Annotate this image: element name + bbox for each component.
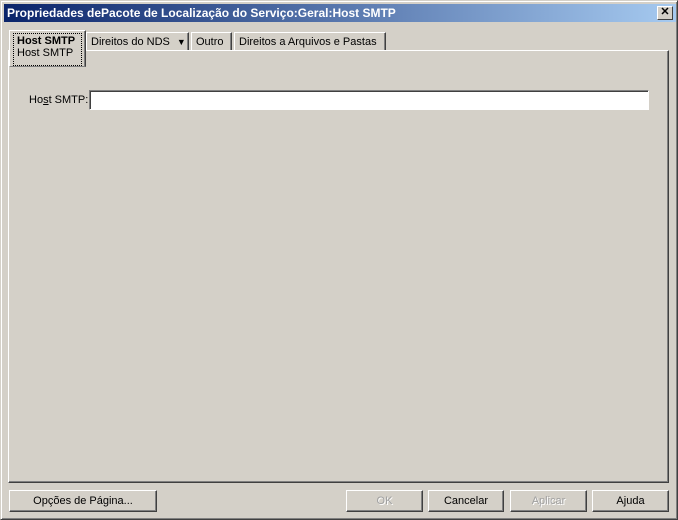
tab-label: Direitos a Arquivos e Pastas bbox=[239, 36, 377, 48]
window-title: Propriedades dePacote de Localização do … bbox=[7, 6, 396, 20]
tab-direitos-arquivos[interactable]: Direitos a Arquivos e Pastas bbox=[234, 32, 386, 51]
close-icon[interactable]: ✕ bbox=[657, 6, 673, 20]
host-smtp-input[interactable] bbox=[89, 90, 649, 110]
tab-direitos-nds[interactable]: Direitos do NDS ▼ bbox=[86, 32, 189, 51]
tab-label: Outro bbox=[196, 36, 224, 48]
tab-label: Host SMTP bbox=[17, 35, 76, 47]
host-smtp-label: Host SMTP: bbox=[29, 94, 89, 106]
help-button[interactable]: Ajuda bbox=[592, 490, 669, 512]
tab-sublabel: Host SMTP bbox=[17, 47, 74, 59]
tab-label: Direitos do NDS bbox=[91, 36, 170, 48]
apply-button[interactable]: Aplicar bbox=[510, 490, 587, 512]
page-options-button[interactable]: Opções de Página... bbox=[9, 490, 157, 512]
tab-host-smtp[interactable]: Host SMTP Host SMTP bbox=[9, 30, 86, 67]
cancel-button[interactable]: Cancelar bbox=[428, 490, 504, 512]
title-bar: Propriedades dePacote de Localização do … bbox=[4, 4, 676, 22]
tab-panel bbox=[8, 50, 669, 483]
ok-button[interactable]: OK bbox=[346, 490, 423, 512]
chevron-down-icon[interactable]: ▼ bbox=[177, 37, 186, 47]
tab-outro[interactable]: Outro bbox=[191, 32, 232, 51]
